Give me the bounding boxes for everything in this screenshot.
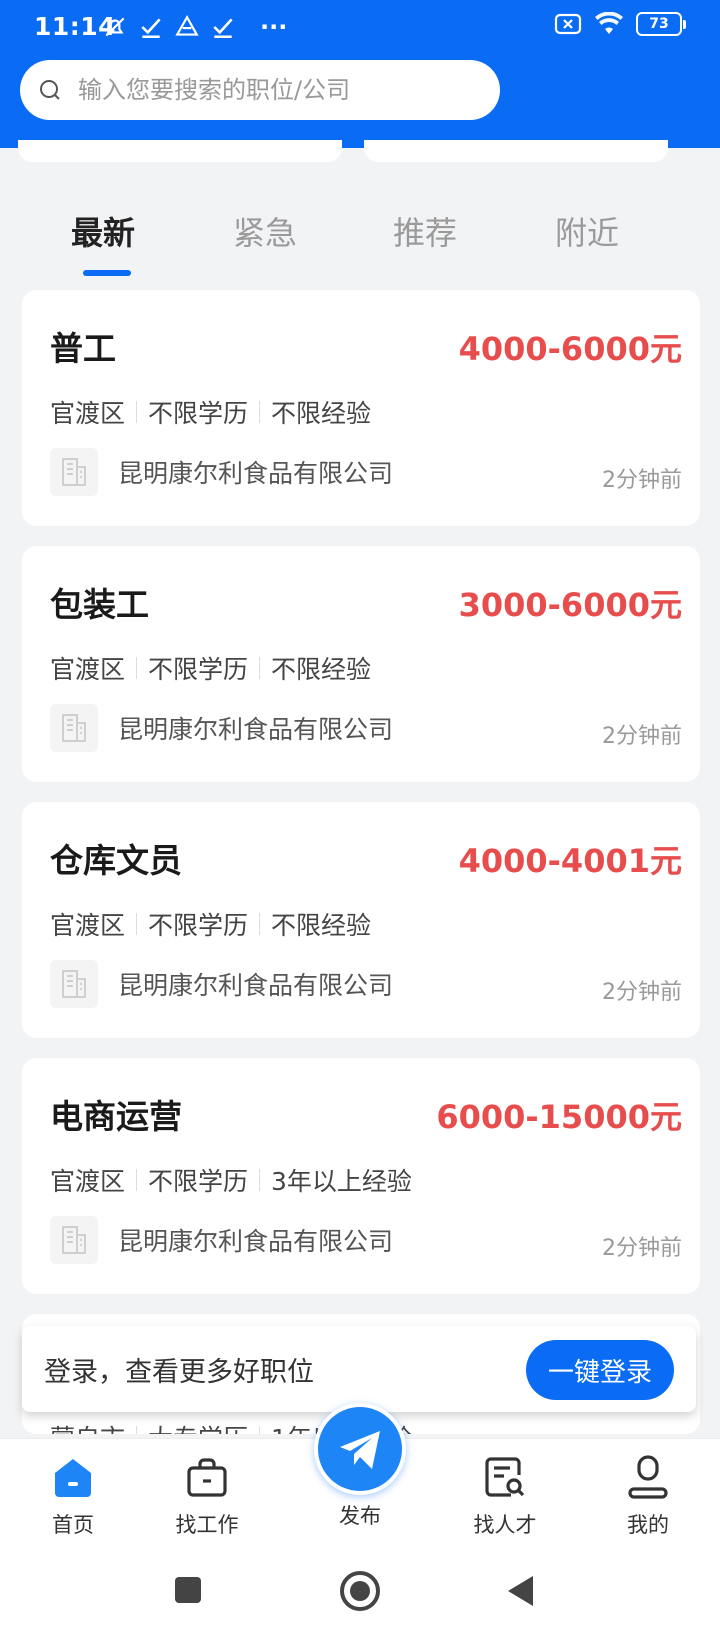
- system-nav-bar: [0, 1550, 720, 1650]
- job-company: 昆明康尔利食品有限公司: [50, 704, 393, 752]
- company-building-icon: [50, 704, 98, 752]
- user-icon: [628, 1455, 668, 1499]
- tag-experience: 3年以上经验: [271, 1167, 412, 1196]
- job-salary: 4000-6000元: [458, 330, 682, 368]
- job-time: 2分钟前: [602, 980, 682, 1005]
- job-time: 2分钟前: [602, 468, 682, 493]
- search-bar[interactable]: [20, 60, 500, 120]
- tag-location: 蒙自市: [50, 1419, 125, 1434]
- nav-label: 找工作: [175, 1513, 239, 1537]
- more-notifications-icon: ···: [260, 13, 288, 41]
- job-salary: 4000-4001元: [458, 842, 682, 880]
- home-circle-icon[interactable]: [339, 1570, 381, 1612]
- search-input[interactable]: [78, 76, 458, 104]
- tag-location: 官渡区: [50, 911, 126, 940]
- tag-experience: 不限经验: [271, 911, 372, 940]
- app-header: 11:14 ··· 73: [0, 0, 720, 148]
- nav-mine[interactable]: 我的: [593, 1453, 703, 1539]
- job-time: 2分钟前: [602, 1236, 682, 1261]
- search-icon: [40, 80, 60, 100]
- tag-education: 不限学历: [148, 911, 249, 940]
- tag-experience: 不限经验: [271, 655, 372, 684]
- job-title: 包装工: [50, 585, 149, 624]
- job-tags: 官渡区 不限学历 不限经验: [50, 906, 371, 942]
- job-title: 电商运营: [50, 1097, 182, 1136]
- battery-icon: 73: [636, 12, 686, 36]
- tab-urgent[interactable]: 紧急: [233, 208, 297, 254]
- company-building-icon: [50, 1216, 98, 1264]
- status-bar: 11:14 ··· 73: [0, 0, 720, 56]
- job-salary: 6000-15000元: [436, 1098, 682, 1136]
- tab-latest[interactable]: 最新: [71, 208, 135, 254]
- tag-education: 大专学历: [148, 1419, 248, 1434]
- company-building-icon: [50, 960, 98, 1008]
- job-company: 昆明康尔利食品有限公司: [50, 960, 393, 1008]
- drive-icon: [175, 15, 199, 36]
- sim-off-icon: [554, 13, 582, 35]
- nav-label: 首页: [52, 1513, 94, 1537]
- banner-card-right[interactable]: [364, 140, 668, 162]
- login-banner: 登录，查看更多好职位 一键登录: [22, 1326, 696, 1412]
- tag-education: 不限学历: [148, 1167, 249, 1196]
- company-name: 昆明康尔利食品有限公司: [118, 459, 394, 488]
- tag-location: 官渡区: [50, 655, 126, 684]
- job-title: 仓库文员: [50, 841, 182, 880]
- status-right: 73: [554, 12, 686, 36]
- tag-experience: 不限经验: [271, 399, 372, 428]
- nav-label: 找人才: [473, 1513, 537, 1537]
- job-time: 2分钟前: [602, 724, 682, 749]
- job-company: 昆明康尔利食品有限公司: [50, 448, 393, 496]
- tag-location: 官渡区: [50, 399, 126, 428]
- check-icon: [213, 18, 233, 39]
- job-tags: 官渡区 不限学历 不限经验: [50, 394, 371, 430]
- nav-publish[interactable]: 发布: [305, 1403, 415, 1530]
- login-prompt-text: 登录，查看更多好职位: [44, 1357, 314, 1388]
- tab-recommended[interactable]: 推荐: [393, 208, 457, 254]
- nav-find-job[interactable]: 找工作: [152, 1453, 262, 1539]
- nav-find-talent[interactable]: 找人才: [450, 1453, 560, 1539]
- job-card[interactable]: 普工 4000-6000元 官渡区 不限学历 不限经验 昆明康尔利食品有限公司 …: [22, 290, 700, 526]
- job-card[interactable]: 电商运营 6000-15000元 官渡区 不限学历 3年以上经验 昆明康尔利食品…: [22, 1058, 700, 1294]
- job-tags: 官渡区 不限学历 3年以上经验: [50, 1162, 412, 1198]
- recent-apps-icon[interactable]: [172, 1574, 204, 1606]
- publish-button[interactable]: [314, 1403, 406, 1495]
- job-tags: 官渡区 不限学历 不限经验: [50, 650, 371, 686]
- briefcase-icon: [187, 1458, 227, 1497]
- company-name: 昆明康尔利食品有限公司: [118, 715, 394, 744]
- one-click-login-button[interactable]: 一键登录: [526, 1340, 674, 1400]
- tag-education: 不限学历: [148, 399, 249, 428]
- tab-nearby[interactable]: 附近: [555, 208, 619, 254]
- resume-search-icon: [485, 1457, 525, 1497]
- muted-bell-icon: [105, 17, 125, 37]
- job-card[interactable]: 仓库文员 4000-4001元 官渡区 不限学历 不限经验 昆明康尔利食品有限公…: [22, 802, 700, 1038]
- company-name: 昆明康尔利食品有限公司: [118, 971, 394, 1000]
- wifi-icon: [595, 12, 623, 34]
- nav-home[interactable]: 首页: [18, 1453, 128, 1539]
- paper-plane-icon: [340, 1431, 380, 1469]
- notification-icons: ···: [102, 13, 287, 41]
- nav-label: 发布: [339, 1504, 381, 1528]
- back-icon[interactable]: [505, 1574, 537, 1608]
- tab-indicator: [83, 270, 131, 276]
- tag-education: 不限学历: [148, 655, 249, 684]
- company-building-icon: [50, 448, 98, 496]
- nav-label: 我的: [627, 1513, 669, 1537]
- job-salary: 3000-6000元: [458, 586, 682, 624]
- banner-card-left[interactable]: [18, 140, 342, 162]
- job-title: 普工: [50, 329, 116, 368]
- check-icon: [141, 18, 161, 39]
- home-icon: [55, 1459, 91, 1497]
- job-tabs: 最新 紧急 推荐 附近: [0, 196, 720, 280]
- job-card[interactable]: 包装工 3000-6000元 官渡区 不限学历 不限经验 昆明康尔利食品有限公司…: [22, 546, 700, 782]
- tag-location: 官渡区: [50, 1167, 126, 1196]
- job-company: 昆明康尔利食品有限公司: [50, 1216, 393, 1264]
- company-name: 昆明康尔利食品有限公司: [118, 1227, 394, 1256]
